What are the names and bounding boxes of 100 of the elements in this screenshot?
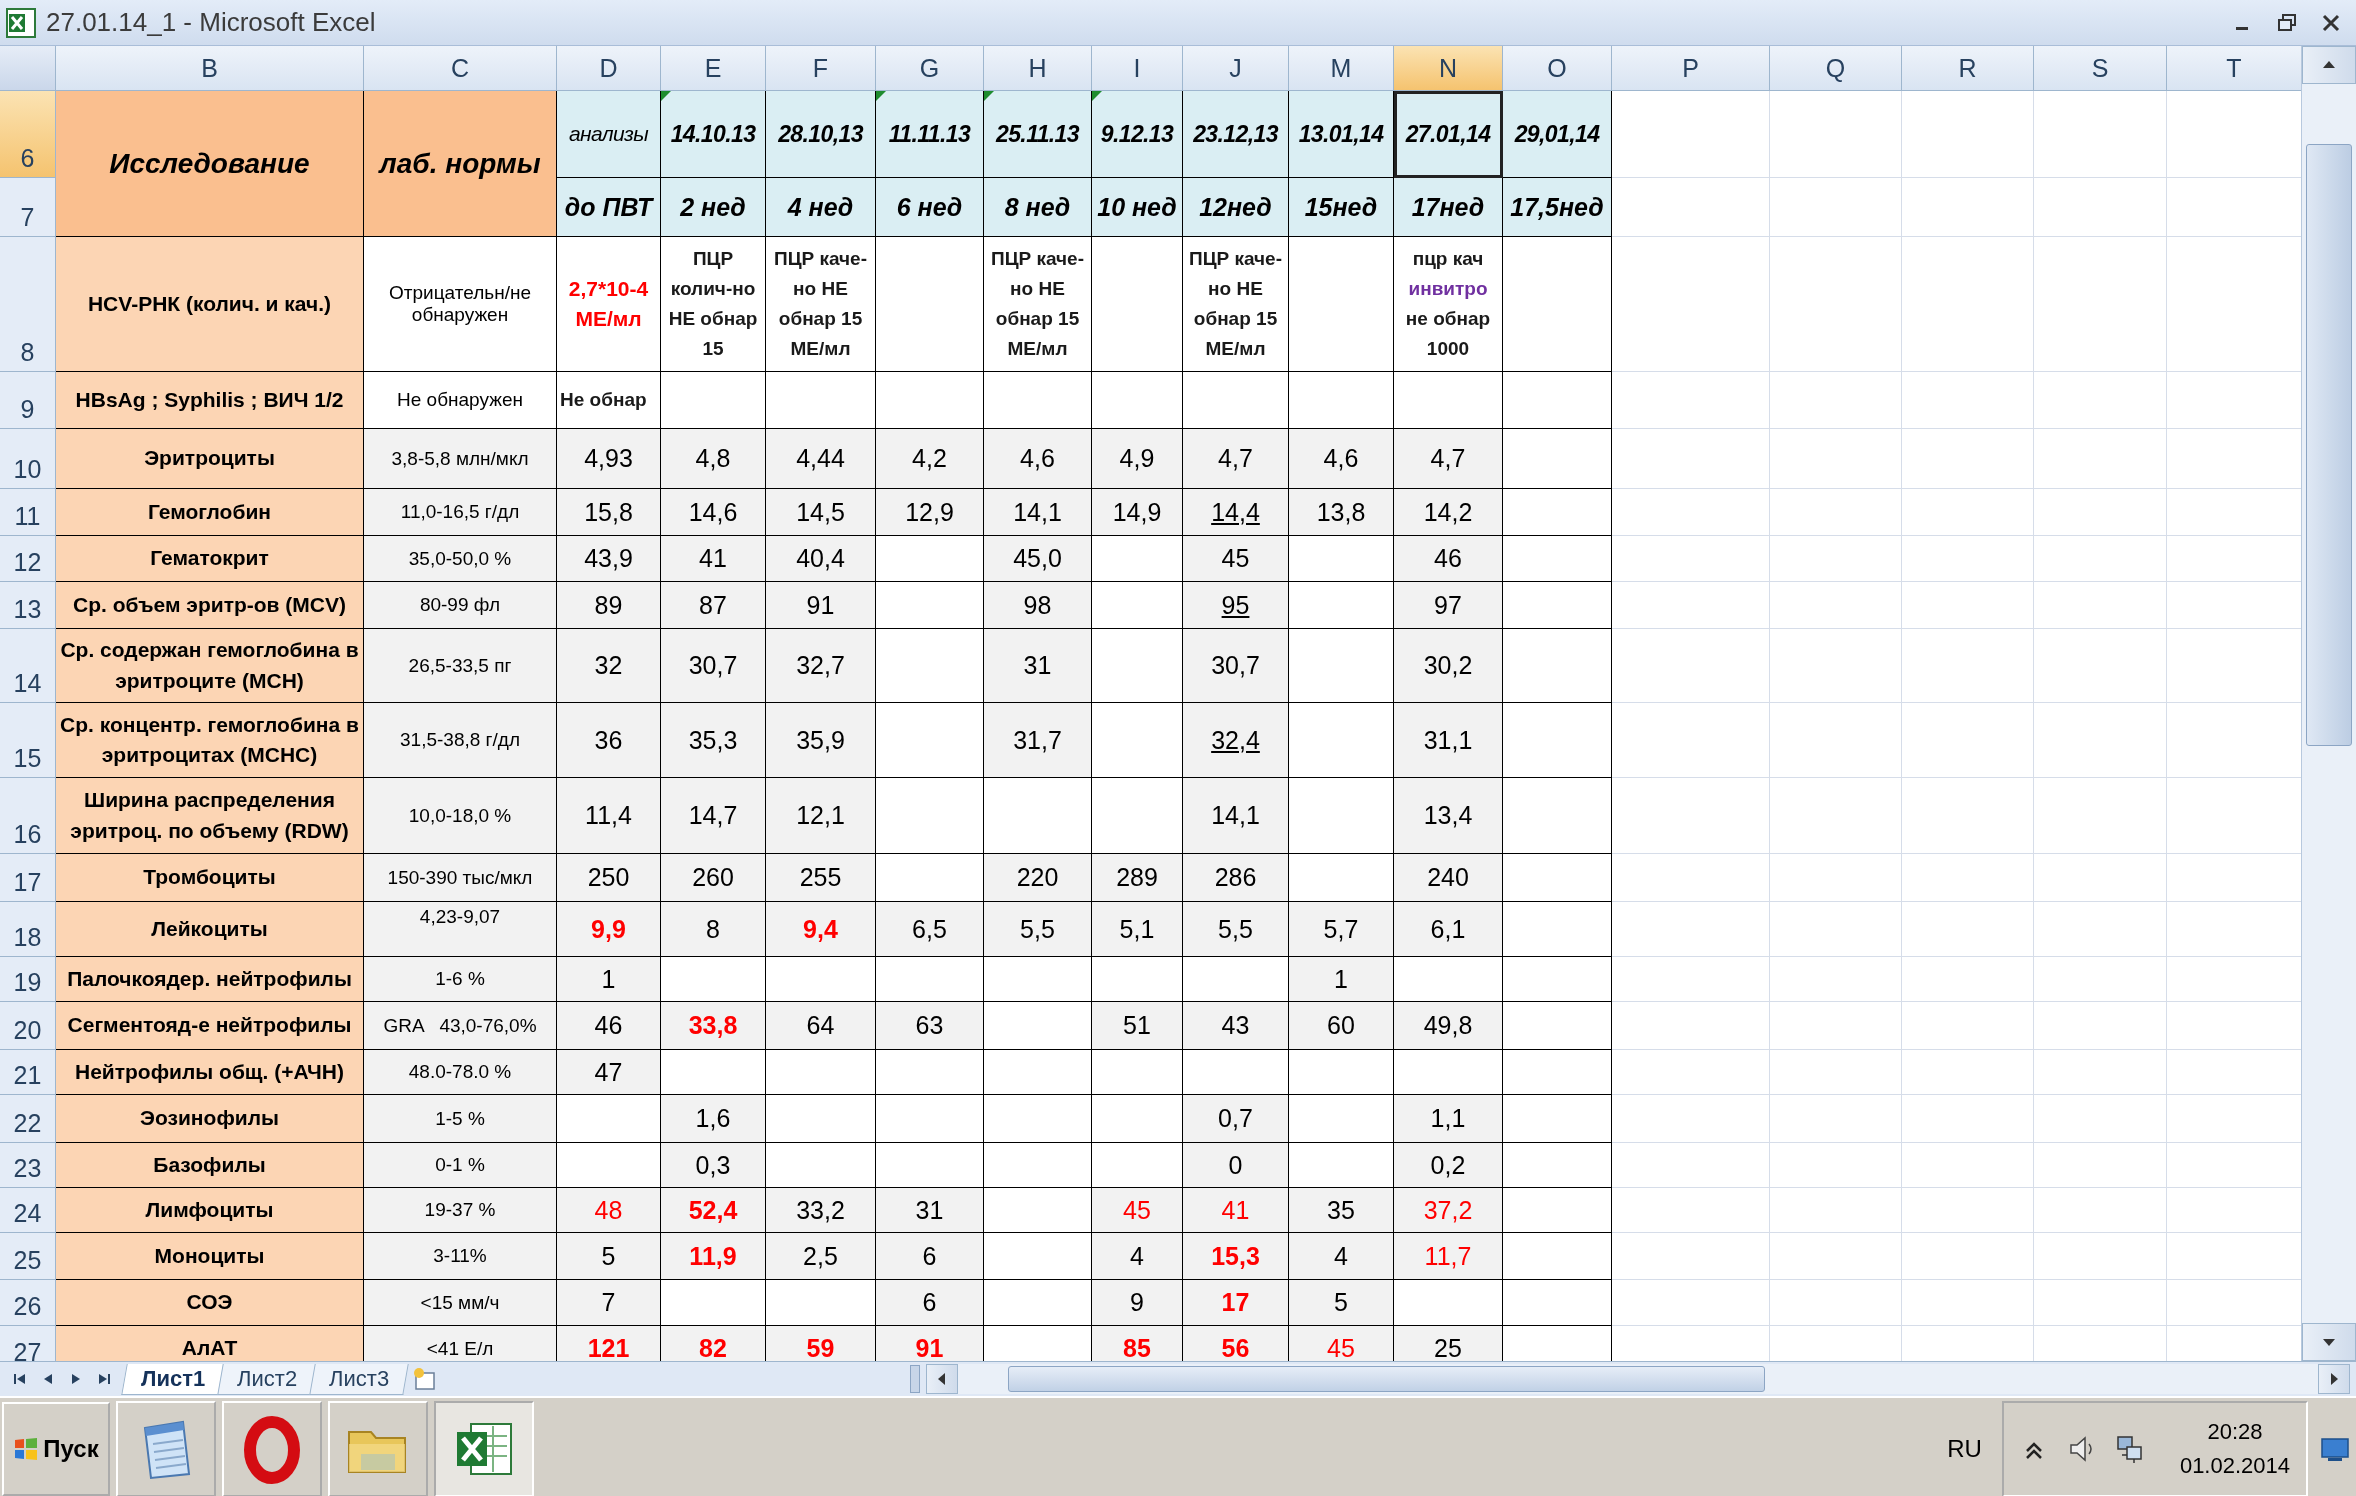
table-header: анализы (557, 91, 661, 178)
row-header[interactable]: 7 (0, 178, 56, 237)
row-header[interactable]: 11 (0, 489, 56, 536)
taskbar-button[interactable] (328, 1400, 428, 1496)
restore-icon[interactable] (2276, 11, 2298, 34)
row-header[interactable]: 24 (0, 1188, 56, 1233)
row-header[interactable]: 17 (0, 854, 56, 902)
first-sheet-icon[interactable] (12, 1371, 28, 1387)
row-header[interactable]: 8 (0, 237, 56, 372)
column-header[interactable]: D (557, 46, 661, 91)
table-cell: 52,4 (661, 1188, 766, 1233)
table-cell: Ширина распределения эритроц. по объему (RDW) (56, 778, 364, 854)
split-handle[interactable] (910, 1365, 921, 1393)
table-cell: 51 (1092, 1002, 1183, 1050)
scrollbar-thumb[interactable] (2306, 144, 2352, 746)
table-cell: 31,5-38,8 г/дл (364, 703, 557, 778)
table-cell: 4,9 (1092, 429, 1183, 489)
column-header[interactable]: T (2167, 46, 2301, 91)
column-header[interactable]: I (1092, 46, 1183, 91)
language-indicator[interactable]: RU (1947, 1434, 1982, 1463)
table-cell: GRA 43,0-76,0% (364, 1002, 557, 1050)
row-header[interactable]: 13 (0, 582, 56, 629)
table-cell: 15,8 (557, 489, 661, 536)
row-header[interactable]: 19 (0, 957, 56, 1002)
table-cell: 97 (1394, 582, 1503, 629)
table-cell: 12,9 (876, 489, 984, 536)
table-cell: 36 (557, 703, 661, 778)
table-cell: 56 (1183, 1326, 1289, 1361)
table-header: 2 нед (661, 178, 766, 237)
row-header[interactable]: 14 (0, 629, 56, 703)
table-cell: 30,7 (1183, 629, 1289, 703)
start-button[interactable]: Пуск (2, 1401, 110, 1496)
table-cell: 14,4 (1183, 489, 1289, 536)
sheet-tab[interactable]: Лист2 (217, 1363, 317, 1395)
column-header[interactable]: B (56, 46, 364, 91)
taskbar-button[interactable] (222, 1400, 322, 1496)
table-cell: 240 (1394, 854, 1503, 902)
row-header[interactable]: 10 (0, 429, 56, 489)
table-header: 8 нед (984, 178, 1092, 237)
scrollbar-thumb[interactable] (1008, 1366, 1766, 1392)
table-header: 13.01,14 (1289, 91, 1394, 178)
scroll-up-button[interactable] (2302, 46, 2356, 84)
row-header[interactable]: 20 (0, 1002, 56, 1050)
row-header[interactable]: 9 (0, 372, 56, 429)
table-cell: 5 (1289, 1280, 1394, 1326)
table-cell: 45 (1289, 1326, 1394, 1361)
column-header[interactable]: N (1394, 46, 1503, 91)
sheet-tab[interactable]: Лист1 (121, 1363, 225, 1395)
row-header[interactable]: 25 (0, 1233, 56, 1280)
table-cell: Лейкоциты (56, 902, 364, 957)
table-cell: 6,1 (1394, 902, 1503, 957)
column-header[interactable]: E (661, 46, 766, 91)
table-header: 14.10.13 (661, 91, 766, 178)
row-header[interactable]: 23 (0, 1143, 56, 1188)
row-header[interactable]: 16 (0, 778, 56, 854)
table-cell: 4,6 (984, 429, 1092, 489)
last-sheet-icon[interactable] (96, 1371, 112, 1387)
column-header[interactable]: R (1902, 46, 2034, 91)
table-header: 27.01,14 (1394, 91, 1503, 178)
table-cell: 4,7 (1183, 429, 1289, 489)
row-header[interactable]: 21 (0, 1050, 56, 1095)
column-header[interactable]: M (1289, 46, 1394, 91)
column-header[interactable]: O (1503, 46, 1612, 91)
table-cell: Базофилы (56, 1143, 364, 1188)
scroll-right-button[interactable] (2318, 1364, 2350, 1394)
column-header[interactable]: G (876, 46, 984, 91)
table-cell: 4,7 (1394, 429, 1503, 489)
row-header[interactable]: 15 (0, 703, 56, 778)
column-header[interactable]: S (2034, 46, 2167, 91)
table-cell: Лимфоциты (56, 1188, 364, 1233)
table-cell: 260 (661, 854, 766, 902)
column-header[interactable]: H (984, 46, 1092, 91)
column-header[interactable]: F (766, 46, 876, 91)
taskbar-button[interactable] (116, 1400, 216, 1496)
scroll-left-button[interactable] (926, 1364, 959, 1394)
column-header[interactable]: P (1612, 46, 1770, 91)
table-cell: 37,2 (1394, 1188, 1503, 1233)
table-cell: 13,4 (1394, 778, 1503, 854)
table-cell: Моноциты (56, 1233, 364, 1280)
table-cell: 0,2 (1394, 1143, 1503, 1188)
table-cell: ПЦР колич-но НЕ обнар 15 (661, 237, 766, 372)
row-header[interactable]: 22 (0, 1095, 56, 1143)
row-header[interactable]: 27 (0, 1326, 56, 1361)
row-header[interactable]: 18 (0, 902, 56, 957)
row-header[interactable]: 12 (0, 536, 56, 582)
table-header: 4 нед (766, 178, 876, 237)
column-header[interactable]: J (1183, 46, 1289, 91)
sheet-tab[interactable]: Лист3 (309, 1363, 410, 1395)
taskbar-button[interactable] (434, 1400, 534, 1496)
column-header[interactable]: C (364, 46, 557, 91)
show-desktop-icon[interactable] (2320, 1435, 2350, 1462)
table-cell: 14,6 (661, 489, 766, 536)
column-header[interactable]: Q (1770, 46, 1902, 91)
table-cell: 2,7*10-4 МЕ/мл (557, 237, 661, 372)
table-cell: 0,3 (661, 1143, 766, 1188)
table-cell: 0,7 (1183, 1095, 1289, 1143)
row-header[interactable]: 6 (0, 91, 56, 178)
triangle-icon (1092, 91, 1102, 101)
table-cell: 250 (557, 854, 661, 902)
row-header[interactable]: 26 (0, 1280, 56, 1326)
